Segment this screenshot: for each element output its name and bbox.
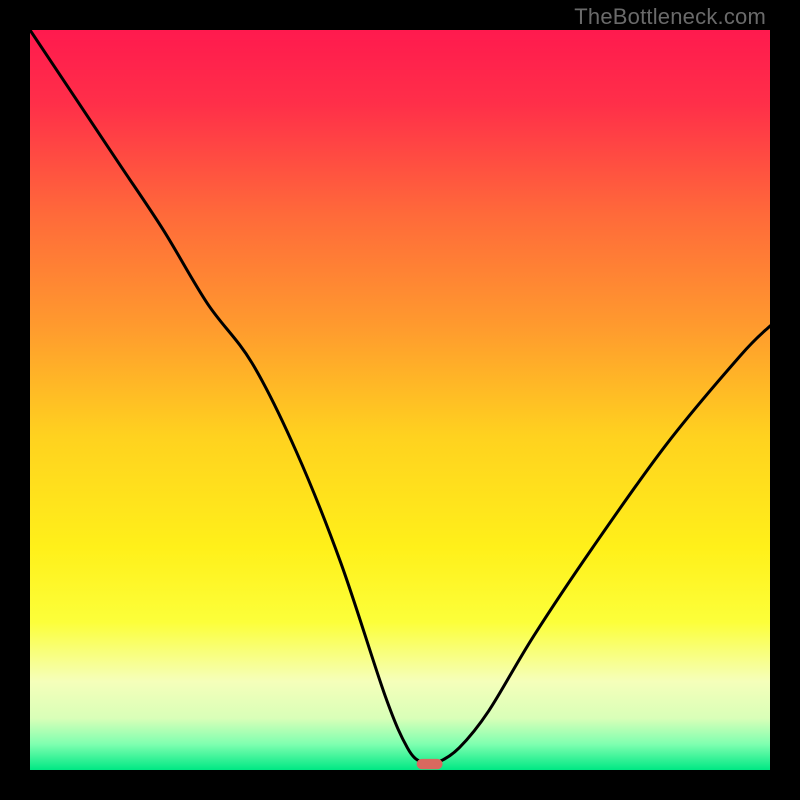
watermark-text: TheBottleneck.com bbox=[574, 4, 766, 30]
curve-layer bbox=[30, 30, 770, 770]
chart-frame: TheBottleneck.com bbox=[0, 0, 800, 800]
bottleneck-curve bbox=[30, 30, 770, 764]
plot-area bbox=[30, 30, 770, 770]
optimal-marker bbox=[417, 759, 443, 769]
